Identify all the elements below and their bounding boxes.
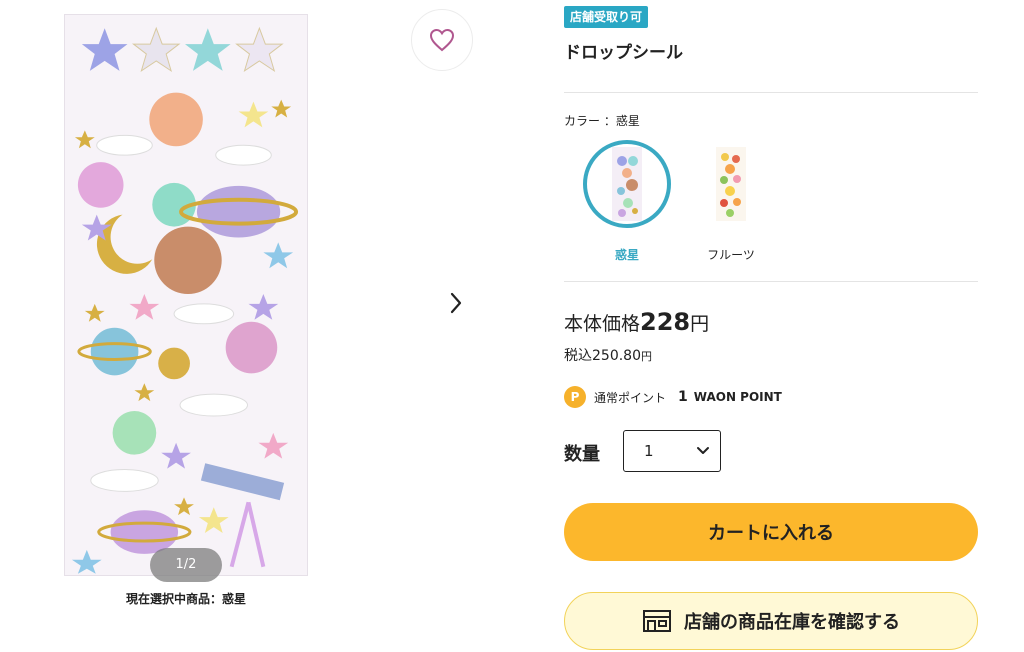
divider [564,92,978,93]
quantity-value: 1 [644,442,654,460]
price-unit: 円 [690,313,710,335]
product-main-image[interactable] [64,14,308,576]
points-value: 1 [678,389,688,405]
add-to-cart-button[interactable]: カートに入れる [564,503,978,561]
color-option-label: フルーツ [707,248,755,262]
color-label: カラー ：惑星 [564,114,640,128]
planet-thumbnail-image [612,147,642,221]
quantity-select[interactable]: 1 [623,430,721,472]
points-info: P 通常ポイント 1 WAON POINT [564,386,782,408]
price-amount: 228 [640,308,691,336]
quantity-label: 数量 [564,444,600,465]
next-image-button[interactable] [440,285,472,321]
store-icon [643,610,671,632]
color-option-planet[interactable]: 惑星 [579,140,675,263]
check-store-stock-label: 店舗の商品在庫を確認する [684,612,900,633]
color-swatch-ring [687,140,775,228]
chevron-right-icon [450,292,462,314]
points-name: WAON POINT [693,390,782,404]
planet-sticker-sheet-image [65,16,307,574]
color-option-fruit[interactable]: フルーツ [683,140,779,263]
current-selection-caption: 現在選択中商品：惑星 [125,592,246,606]
image-counter: 1/2 [150,548,222,582]
store-pickup-badge: 店舗受取り可 [564,6,649,28]
chevron-down-icon [697,447,709,454]
points-label: 通常ポイント [594,390,667,405]
price-label: 本体価格 [564,313,641,335]
product-title: ドロップシール [564,43,683,63]
points-icon: P [564,386,586,408]
tax-price-unit: 円 [641,350,652,363]
divider [564,281,978,282]
color-swatch-ring [583,140,671,228]
color-option-label: 惑星 [614,248,639,262]
favorite-button[interactable] [411,9,473,71]
check-store-stock-button[interactable]: 店舗の商品在庫を確認する [564,592,978,650]
tax-price-label: 税込250.80 [564,348,641,364]
heart-icon [429,28,455,52]
fruit-thumbnail-image [716,147,746,221]
base-price: 本体価格228円 [564,308,709,336]
tax-included-price: 税込250.80円 [564,345,652,365]
